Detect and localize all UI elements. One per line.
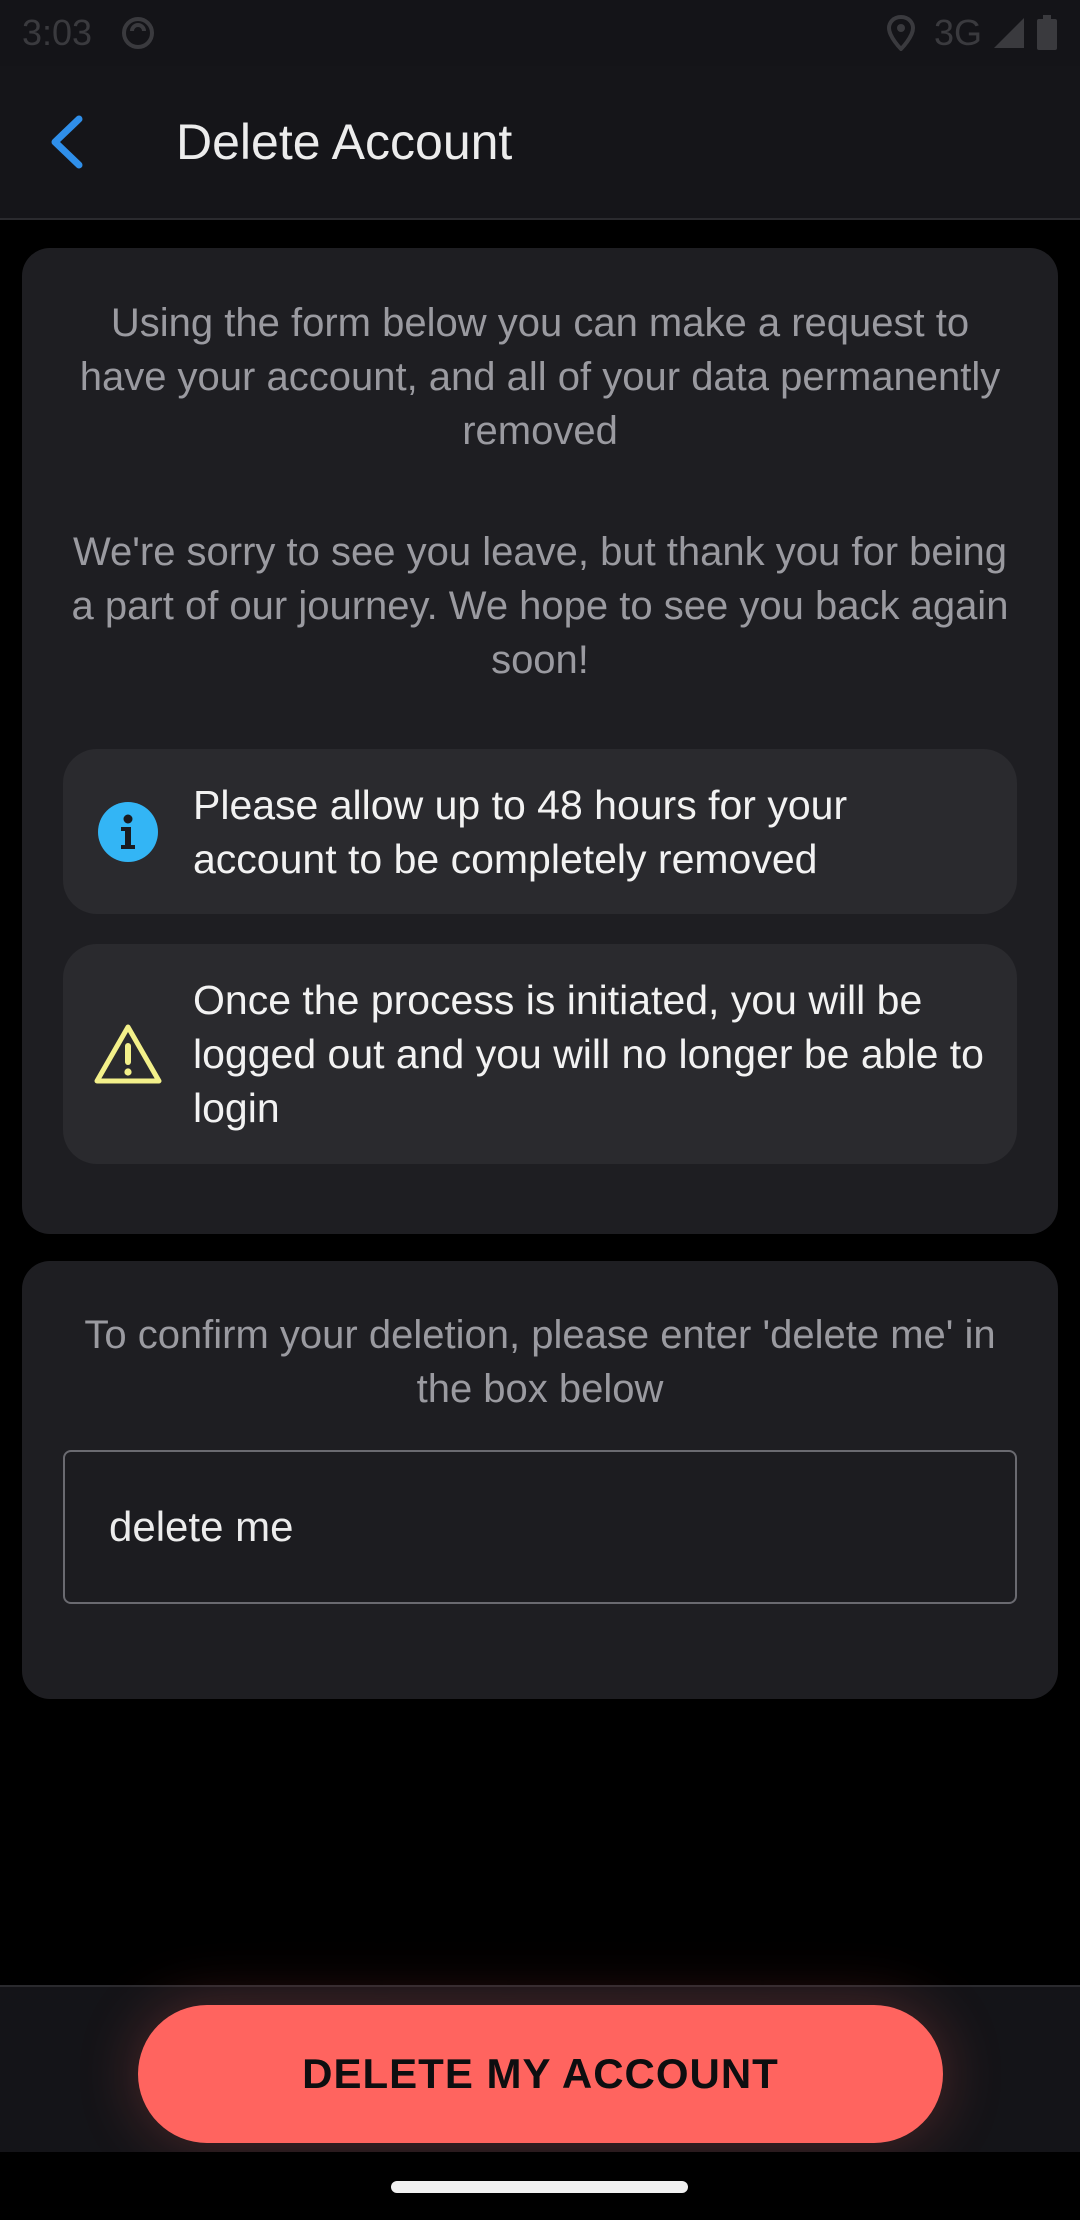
delete-my-account-button[interactable]: DELETE MY ACCOUNT: [138, 2005, 943, 2143]
home-indicator[interactable]: [391, 2181, 688, 2193]
info-paragraph-farewell: We're sorry to see you leave, but thank …: [71, 530, 1009, 682]
notice-48-hours: Please allow up to 48 hours for your acc…: [63, 749, 1017, 914]
bottom-action-bar: DELETE MY ACCOUNT: [0, 1985, 1080, 2152]
confirm-card: To confirm your deletion, please enter '…: [22, 1261, 1058, 1699]
network-type: 3G: [933, 12, 982, 53]
app-notification-icon: [120, 15, 156, 51]
info-card: Using the form below you can make a requ…: [22, 248, 1058, 1234]
page-title: Delete Account: [176, 114, 513, 170]
back-button[interactable]: [22, 97, 112, 187]
confirm-instruction: To confirm your deletion, please enter '…: [84, 1313, 996, 1411]
warning-icon: [63, 1023, 193, 1085]
battery-icon: [1036, 15, 1058, 51]
status-bar: 3:03 3G: [0, 0, 1080, 66]
info-icon: [63, 801, 193, 862]
notice-logout-warning: Once the process is initiated, you will …: [63, 944, 1017, 1164]
screen: 3:03 3G Delete Account Using the form be…: [0, 0, 1080, 2220]
confirm-delete-input[interactable]: [63, 1450, 1017, 1604]
app-bar: Delete Account: [0, 66, 1080, 220]
notice-logout-warning-text: Once the process is initiated, you will …: [193, 977, 984, 1131]
signal-icon: [992, 16, 1026, 50]
status-time: 3:03: [22, 12, 93, 53]
info-paragraph-request: Using the form below you can make a requ…: [79, 301, 1001, 453]
location-icon: [886, 15, 916, 51]
chevron-left-icon: [51, 115, 83, 169]
notice-48-hours-text: Please allow up to 48 hours for your acc…: [193, 781, 848, 882]
